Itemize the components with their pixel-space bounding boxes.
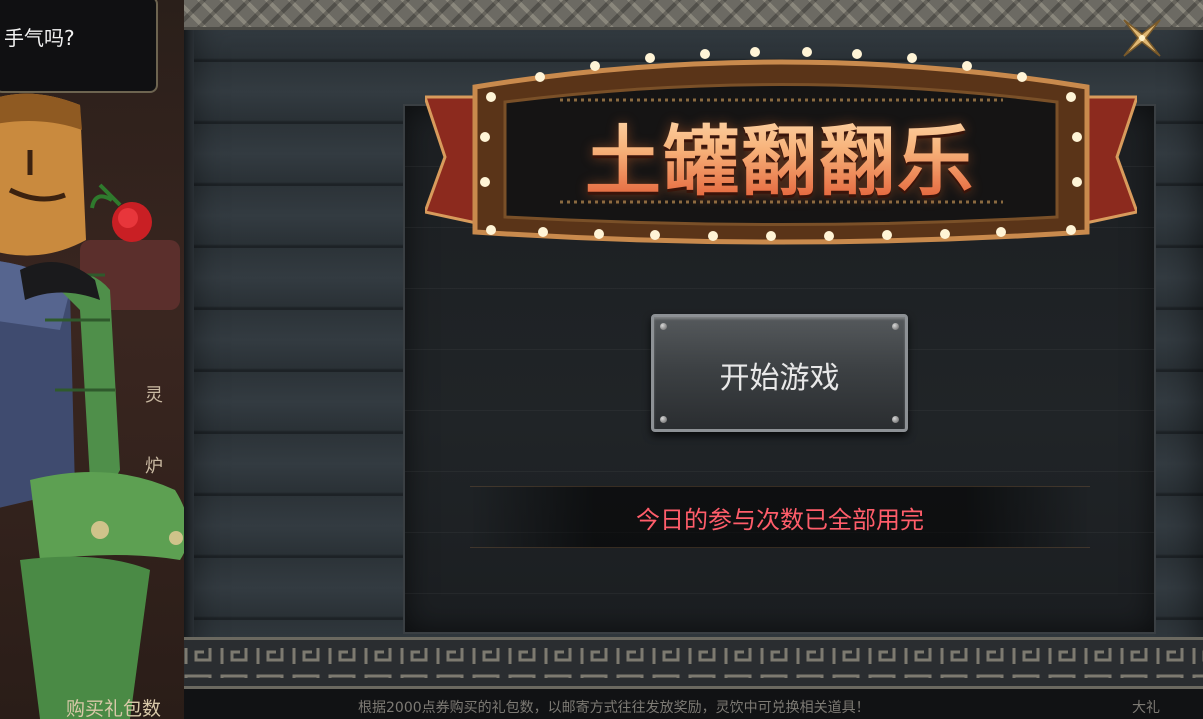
buy-gift-count-label: 购买礼包数 <box>66 698 162 719</box>
side-label-1: 灵 <box>145 385 163 406</box>
bottom-status-right-text: 大礼 <box>1132 700 1160 716</box>
greek-key-pattern <box>184 648 1203 678</box>
character-illustration <box>0 93 189 719</box>
bottom-ornament-border <box>184 637 1203 689</box>
rivet <box>892 323 899 330</box>
side-label-2: 炉 <box>145 456 163 477</box>
speech-bubble: 手气吗? <box>0 0 158 93</box>
bottom-status-text: 根据2000点券购买的礼包数，以邮寄方式往往发放奖励，灵饮中可兑换相关道具！ <box>358 700 870 716</box>
close-x-icon <box>1123 19 1161 57</box>
start-game-label: 开始游戏 <box>719 361 840 396</box>
attempts-used-notice: 今日的参与次数已全部用完 <box>636 506 924 534</box>
close-button[interactable] <box>1118 14 1166 62</box>
game-title: 土罐翻翻乐 <box>560 100 1000 210</box>
speech-text: 手气吗? <box>4 26 75 50</box>
top-ornament-border <box>184 0 1203 30</box>
rivet <box>660 323 667 330</box>
character-panel: 手气吗? 灵 炉 购买礼包数 <box>0 0 200 719</box>
rivet <box>660 416 667 423</box>
game-screen: 手气吗? 灵 炉 购买礼包数 土罐翻翻乐 开始游戏 今日的参与次数已全部用完 根… <box>0 0 1203 719</box>
start-game-button[interactable]: 开始游戏 <box>651 314 908 432</box>
rivet <box>892 416 899 423</box>
